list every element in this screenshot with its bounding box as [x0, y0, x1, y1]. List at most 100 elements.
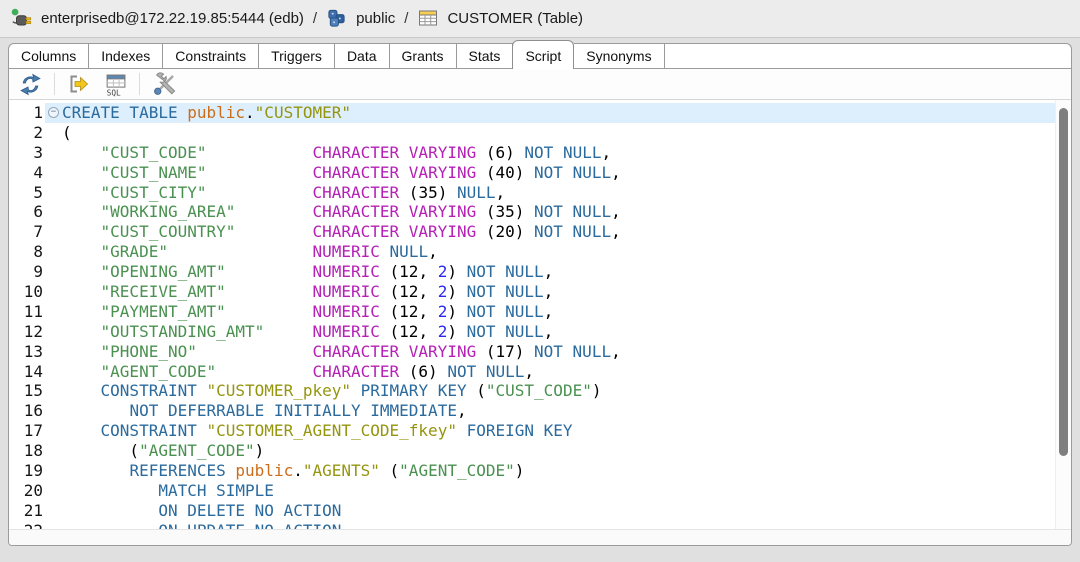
tools-icon[interactable] [149, 71, 179, 98]
code-line[interactable]: 15 CONSTRAINT "CUSTOMER_pkey" PRIMARY KE… [9, 381, 1071, 402]
application-window: enterprisedb@172.22.19.85:5444 (edb) / p… [0, 0, 1080, 562]
code-editor-lines: 1− CREATE TABLE public."CUSTOMER" 2(3 "CUS… [9, 103, 1071, 529]
fold-gutter [45, 242, 62, 262]
code-line[interactable]: 10 "RECEIVE_AMT" NUMERIC (12, 2) NOT NUL… [9, 282, 1071, 302]
code-line[interactable]: 7 "CUST_COUNTRY" CHARACTER VARYING (20) … [9, 222, 1071, 243]
code-text: "CUST_CODE" CHARACTER VARYING (6) NOT NU… [100, 142, 612, 162]
code-text: ON UPDATE NO ACTION [62, 521, 1071, 529]
code-text: "CUST_CITY" CHARACTER (35) NULL, [100, 182, 506, 202]
fold-gutter [45, 401, 62, 421]
fold-gutter [45, 302, 62, 322]
tab-stats[interactable]: Stats [456, 43, 514, 69]
code-line[interactable]: 1− CREATE TABLE public."CUSTOMER" [9, 103, 1071, 123]
code-line[interactable]: 20 MATCH SIMPLE [9, 480, 1071, 501]
refresh-icon[interactable] [15, 71, 45, 98]
line-number: 17 [9, 421, 45, 442]
code-line[interactable]: 8 "GRADE" NUMERIC NULL, [9, 242, 1071, 263]
code-line[interactable]: 16 NOT DEFERRABLE INITIALLY IMMEDIATE, [9, 401, 1071, 422]
line-number: 20 [9, 480, 45, 501]
code-text: ( [62, 122, 72, 142]
tab-triggers[interactable]: Triggers [259, 43, 335, 69]
fold-gutter [45, 441, 62, 461]
code-line[interactable]: 18 ("AGENT_CODE") [9, 441, 1071, 462]
code-text: NOT DEFERRABLE INITIALLY IMMEDIATE, [129, 401, 467, 421]
svg-text:SQL: SQL [106, 88, 120, 97]
code-line[interactable]: 6 "WORKING_AREA" CHARACTER VARYING (35) … [9, 202, 1071, 223]
code-text: "AGENT_CODE" CHARACTER (6) NOT NULL, [100, 361, 535, 381]
line-number: 8 [9, 242, 45, 263]
fold-marker-icon[interactable]: − [45, 103, 62, 123]
code-line[interactable]: 19 REFERENCES public."AGENTS" ("AGENT_CO… [9, 461, 1071, 481]
line-number: 5 [9, 182, 45, 203]
tab-indexes[interactable]: Indexes [89, 43, 164, 69]
tab-data[interactable]: Data [334, 43, 390, 69]
tab-grants[interactable]: Grants [389, 43, 457, 69]
code-line[interactable]: 21 ON DELETE NO ACTION [9, 500, 1071, 521]
line-number: 1 [9, 103, 45, 123]
line-number: 22 [9, 520, 45, 529]
toolbar-separator [54, 73, 55, 95]
breadcrumb-separator: / [404, 10, 409, 27]
fold-gutter [45, 501, 62, 521]
tab-synonyms[interactable]: Synonyms [574, 43, 665, 69]
fold-gutter [45, 322, 62, 342]
breadcrumb-schema[interactable]: public [326, 7, 395, 31]
fold-gutter [45, 421, 62, 441]
tab-constraints[interactable]: Constraints [163, 43, 260, 69]
fold-gutter [45, 362, 62, 382]
code-line[interactable]: 17 CONSTRAINT "CUSTOMER_AGENT_CODE_fkey"… [9, 421, 1071, 442]
connection-label[interactable]: enterprisedb@172.22.19.85:5444 (edb) [41, 10, 304, 27]
tab-script[interactable]: Script [512, 40, 575, 69]
line-number: 2 [9, 122, 45, 143]
code-text: CONSTRAINT "CUSTOMER_AGENT_CODE_fkey" FO… [100, 421, 573, 441]
line-number: 16 [9, 401, 45, 422]
breadcrumb: enterprisedb@172.22.19.85:5444 (edb) / p… [0, 0, 1080, 38]
table-label: CUSTOMER (Table) [447, 10, 584, 27]
code-text: MATCH SIMPLE [158, 480, 274, 500]
fold-gutter [45, 202, 62, 222]
sql-script-editor[interactable]: 1− CREATE TABLE public."CUSTOMER" 2(3 "CUS… [9, 100, 1071, 529]
fold-gutter [45, 381, 62, 401]
line-number: 6 [9, 202, 45, 223]
code-line[interactable]: 5 "CUST_CITY" CHARACTER (35) NULL, [9, 182, 1071, 203]
line-number: 10 [9, 282, 45, 302]
line-number: 15 [9, 381, 45, 402]
code-line[interactable]: 13 "PHONE_NO" CHARACTER VARYING (17) NOT… [9, 341, 1071, 362]
code-text: "GRADE" NUMERIC NULL, [100, 242, 438, 262]
code-line[interactable]: 9 "OPENING_AMT" NUMERIC (12, 2) NOT NULL… [9, 262, 1071, 283]
code-line[interactable]: 3 "CUST_CODE" CHARACTER VARYING (6) NOT … [9, 142, 1071, 163]
vertical-scrollbar-thumb[interactable] [1059, 108, 1068, 456]
line-number: 21 [9, 500, 45, 521]
fold-gutter [45, 521, 62, 529]
line-number: 19 [9, 461, 45, 481]
fold-gutter [45, 183, 62, 203]
line-number: 9 [9, 262, 45, 283]
line-number: 13 [9, 341, 45, 362]
vertical-scrollbar[interactable] [1055, 100, 1071, 529]
code-line[interactable]: 14 "AGENT_CODE" CHARACTER (6) NOT NULL, [9, 361, 1071, 382]
code-text: "PAYMENT_AMT" NUMERIC (12, 2) NOT NULL, [100, 301, 554, 321]
code-text: "CUST_NAME" CHARACTER VARYING (40) NOT N… [100, 162, 621, 182]
code-line[interactable]: 2( [9, 122, 1071, 143]
script-panel: SQL 1− CREATE TABLE public."CUSTOMER" 2(3 … [8, 69, 1072, 546]
line-number: 18 [9, 441, 45, 462]
code-text: REFERENCES public."AGENTS" ("AGENT_CODE"… [129, 461, 525, 481]
horizontal-scrollbar[interactable] [9, 529, 1071, 545]
code-text: "PHONE_NO" CHARACTER VARYING (17) NOT NU… [100, 341, 621, 361]
code-line[interactable]: 4 "CUST_NAME" CHARACTER VARYING (40) NOT… [9, 162, 1071, 183]
script-toolbar: SQL [9, 69, 1071, 100]
fold-gutter [45, 222, 62, 242]
breadcrumb-separator: / [312, 10, 318, 27]
export-script-icon[interactable] [64, 71, 94, 98]
line-number: 14 [9, 361, 45, 382]
code-line[interactable]: 22 ON UPDATE NO ACTION [9, 520, 1071, 529]
line-number: 12 [9, 321, 45, 342]
sql-window-icon[interactable]: SQL [100, 71, 130, 98]
code-line[interactable]: 11 "PAYMENT_AMT" NUMERIC (12, 2) NOT NUL… [9, 301, 1071, 322]
code-line[interactable]: 12 "OUTSTANDING_AMT" NUMERIC (12, 2) NOT… [9, 321, 1071, 342]
code-text: CONSTRAINT "CUSTOMER_pkey" PRIMARY KEY (… [100, 381, 602, 401]
breadcrumb-table[interactable]: CUSTOMER (Table) [417, 7, 583, 31]
tab-columns[interactable]: Columns [8, 43, 90, 69]
fold-gutter [45, 481, 62, 501]
tab-bar-filler [664, 43, 1072, 69]
